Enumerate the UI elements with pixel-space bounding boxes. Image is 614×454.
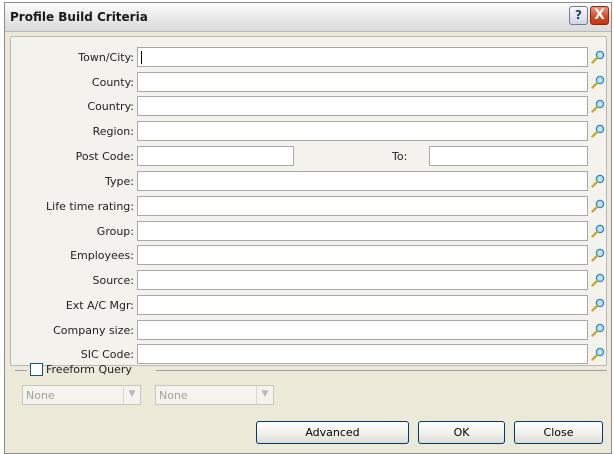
employees-input[interactable] bbox=[137, 245, 588, 265]
county-label: County: bbox=[91, 76, 134, 89]
row-source: Source: bbox=[11, 270, 606, 291]
row-group: Group: bbox=[11, 221, 606, 242]
company-size-input[interactable] bbox=[137, 320, 588, 340]
ext-ac-mgr-input[interactable] bbox=[137, 295, 588, 315]
row-region: Region: bbox=[11, 121, 606, 142]
sic-code-input[interactable] bbox=[137, 344, 588, 364]
close-button[interactable]: Close bbox=[514, 421, 603, 444]
post-code-label: Post Code: bbox=[75, 150, 134, 163]
lifetime-rating-lookup-icon[interactable] bbox=[591, 199, 605, 213]
row-country: Country: bbox=[11, 96, 606, 117]
row-lifetime-rating: Life time rating: bbox=[11, 196, 606, 217]
freeform-divider-left bbox=[15, 370, 27, 371]
freeform-select-1[interactable]: None ▼ bbox=[22, 385, 141, 405]
chevron-down-icon: ▼ bbox=[123, 386, 140, 404]
county-lookup-icon[interactable] bbox=[591, 75, 605, 89]
row-company-size: Company size: bbox=[11, 320, 606, 341]
source-lookup-icon[interactable] bbox=[591, 273, 605, 287]
row-ext-ac-mgr: Ext A/C Mgr: bbox=[11, 295, 606, 316]
freeform-select-1-value: None bbox=[26, 389, 55, 402]
company-size-lookup-icon[interactable] bbox=[591, 323, 605, 337]
row-sic-code: SIC Code: bbox=[11, 344, 606, 365]
lifetime-rating-label: Life time rating: bbox=[46, 200, 134, 213]
town-city-input[interactable] bbox=[137, 47, 588, 67]
ok-button[interactable]: OK bbox=[418, 421, 505, 444]
employees-lookup-icon[interactable] bbox=[591, 248, 605, 262]
help-button[interactable]: ? bbox=[569, 6, 588, 25]
group-lookup-icon[interactable] bbox=[591, 224, 605, 238]
region-label: Region: bbox=[92, 125, 134, 138]
country-label: Country: bbox=[87, 100, 134, 113]
ext-ac-mgr-lookup-icon[interactable] bbox=[591, 298, 605, 312]
advanced-button[interactable]: Advanced bbox=[256, 421, 409, 444]
sic-code-lookup-icon[interactable] bbox=[591, 347, 605, 361]
freeform-query-label: Freeform Query bbox=[46, 363, 132, 376]
country-input[interactable] bbox=[137, 96, 588, 116]
row-post-code: Post Code: To: bbox=[11, 146, 606, 167]
ext-ac-mgr-label: Ext A/C Mgr: bbox=[65, 299, 134, 312]
source-input[interactable] bbox=[137, 270, 588, 290]
type-input[interactable] bbox=[137, 171, 588, 191]
row-type: Type: bbox=[11, 171, 606, 192]
dialog-title: Profile Build Criteria bbox=[10, 10, 148, 24]
row-town-city: Town/City: bbox=[11, 47, 606, 68]
post-code-to-input[interactable] bbox=[429, 146, 588, 166]
lifetime-rating-input[interactable] bbox=[137, 196, 588, 216]
criteria-panel: Town/City: County: Country: Region: Post… bbox=[10, 36, 607, 366]
profile-build-dialog: Profile Build Criteria ? X Town/City: Co… bbox=[4, 2, 612, 454]
company-size-label: Company size: bbox=[53, 324, 134, 337]
type-label: Type: bbox=[105, 175, 134, 188]
sic-code-label: SIC Code: bbox=[80, 348, 134, 361]
region-lookup-icon[interactable] bbox=[591, 124, 605, 138]
row-county: County: bbox=[11, 72, 606, 93]
title-bar: Profile Build Criteria ? X bbox=[5, 3, 611, 32]
text-caret bbox=[141, 51, 142, 64]
freeform-query-checkbox[interactable] bbox=[30, 363, 43, 376]
freeform-select-2-value: None bbox=[159, 389, 188, 402]
chevron-down-icon: ▼ bbox=[256, 386, 273, 404]
group-label: Group: bbox=[96, 225, 134, 238]
country-lookup-icon[interactable] bbox=[591, 99, 605, 113]
freeform-divider-right bbox=[156, 370, 607, 371]
row-employees: Employees: bbox=[11, 245, 606, 266]
post-code-to-label: To: bbox=[392, 150, 408, 163]
region-input[interactable] bbox=[137, 121, 588, 141]
post-code-from-input[interactable] bbox=[137, 146, 294, 166]
town-city-label: Town/City: bbox=[78, 51, 134, 64]
employees-label: Employees: bbox=[70, 249, 134, 262]
freeform-select-2[interactable]: None ▼ bbox=[155, 385, 274, 405]
county-input[interactable] bbox=[137, 72, 588, 92]
close-window-button[interactable]: X bbox=[590, 6, 609, 25]
town-city-lookup-icon[interactable] bbox=[591, 50, 605, 64]
type-lookup-icon[interactable] bbox=[591, 174, 605, 188]
group-input[interactable] bbox=[137, 221, 588, 241]
source-label: Source: bbox=[92, 274, 135, 287]
